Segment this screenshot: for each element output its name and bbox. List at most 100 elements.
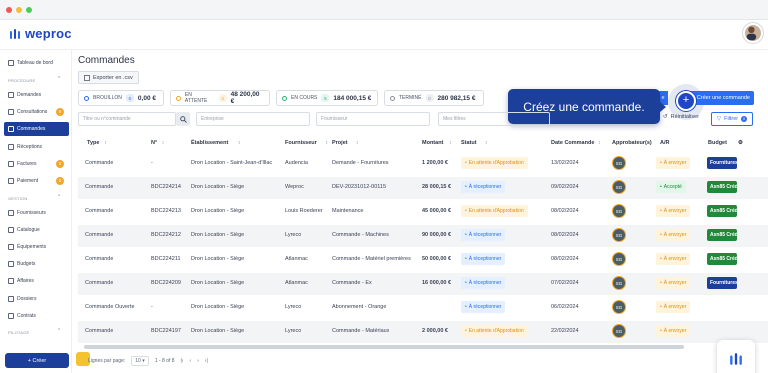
column-header-4[interactable]: Projet <box>332 140 348 146</box>
table-row[interactable]: Commande BDC224213 Dron Location - Siège Lo… <box>78 201 768 223</box>
first-page-icon[interactable]: |‹ <box>180 358 183 364</box>
sort-icon[interactable]: ↕ <box>162 140 165 146</box>
approver-avatar[interactable]: SG <box>612 252 626 266</box>
stat-termin[interactable]: TERMINÉ 0 280 982,15 € <box>384 90 484 106</box>
sidebar-item-contrats[interactable]: Contrats <box>4 309 69 323</box>
column-header-7[interactable]: Date Commande <box>551 140 594 146</box>
briefcase-icon <box>8 278 14 284</box>
table-row[interactable]: Commande BDC224209 Dron Location - Siège At… <box>78 273 768 295</box>
column-header-2[interactable]: Établissement <box>191 140 228 146</box>
ar-label: À envoyer <box>663 208 687 214</box>
cell-type: Commande <box>85 208 114 214</box>
sort-icon[interactable]: ↕ <box>485 140 488 146</box>
sidebar-badge: 2 <box>56 160 64 168</box>
column-header-9[interactable]: A/R <box>660 140 669 146</box>
fournisseur-filter[interactable]: Fournisseur <box>316 112 430 126</box>
top-header: weproc <box>0 20 768 50</box>
table-row[interactable]: Commande BDC224197 Dron Location - Siège Ly… <box>78 321 768 343</box>
column-header-8[interactable]: Approbateur(s) <box>612 140 652 146</box>
sort-icon[interactable]: ↕ <box>356 140 359 146</box>
search-input[interactable]: Titre ou n°commande <box>78 112 176 126</box>
status-badge: • À réceptionner <box>461 229 506 241</box>
sort-icon[interactable]: ↕ <box>325 140 328 146</box>
approver-avatar[interactable]: SG <box>612 156 626 170</box>
approver-avatar[interactable]: SG <box>612 180 626 194</box>
stat-amount: 280 982,15 € <box>437 94 476 102</box>
table-row[interactable]: Commande BDC224212 Dron Location - Siège Ly… <box>78 225 768 247</box>
rows-per-page-select[interactable]: 10 ▾ <box>131 356 149 366</box>
app-logo[interactable]: weproc <box>9 26 72 41</box>
export-csv-button[interactable]: Exporter en .csv <box>78 71 139 84</box>
sidebar-item-tableaudebord[interactable]: Tableau de bord <box>4 56 69 70</box>
cell-montant: 1 200,00 € <box>422 160 448 166</box>
status-dot-icon: • <box>660 280 662 286</box>
table-row[interactable]: Commande Ouverte - Dron Location - Siège Ly… <box>78 297 768 319</box>
sidebar-item-label: Dossiers <box>17 296 37 302</box>
approver-avatar[interactable]: SG <box>612 276 626 290</box>
filter-button[interactable]: ▽ Filtrer 0 <box>711 112 753 126</box>
stat-brouillon[interactable]: BROUILLON 0 0,00 € <box>78 90 164 106</box>
approver-avatar[interactable]: SG <box>612 300 626 314</box>
chevron-up-icon[interactable]: ⌃ <box>57 328 61 334</box>
column-header-3[interactable]: Fournisseur <box>285 140 317 146</box>
sort-icon[interactable]: ↕ <box>449 140 452 146</box>
table-row[interactable]: Commande - Dron Location - Saint-Jean-d'Il… <box>78 153 768 175</box>
wallet-icon <box>8 261 14 267</box>
minimize-window-icon[interactable] <box>16 7 22 13</box>
stat-enattente[interactable]: EN ATTENTE 3 48 200,00 € <box>170 90 270 106</box>
cart-icon <box>8 126 14 132</box>
column-header-10[interactable]: Budget <box>708 140 727 146</box>
cell-number: BDC224212 <box>151 232 181 238</box>
ar-badge: • À envoyer <box>656 325 691 337</box>
sort-icon[interactable]: ↕ <box>598 140 601 146</box>
table-row[interactable]: Commande BDC224211 Dron Location - Siège At… <box>78 249 768 271</box>
column-header-1[interactable]: N° <box>151 140 157 146</box>
approver-avatar[interactable]: SG <box>612 228 626 242</box>
approver-avatar[interactable]: SG <box>612 324 626 338</box>
next-page-icon[interactable]: › <box>197 358 199 364</box>
user-avatar[interactable] <box>743 23 763 43</box>
chevron-up-icon[interactable]: ⌃ <box>57 76 61 82</box>
column-header-6[interactable]: Statut <box>461 140 477 146</box>
chevron-up-icon[interactable]: ⌃ <box>57 194 61 200</box>
sidebar-item-affaires[interactable]: Affaires <box>4 274 69 288</box>
search-button[interactable] <box>176 112 190 126</box>
chat-widget-button[interactable] <box>717 340 755 373</box>
reset-icon: ↺ <box>663 114 668 120</box>
cell-number: BDC224197 <box>151 328 181 334</box>
column-header-5[interactable]: Montant <box>422 140 443 146</box>
sidebar-item-fournisseurs[interactable]: Fournisseurs <box>4 206 69 220</box>
stat-label: EN COURS <box>291 95 318 101</box>
status-label: En attente d'Approbation <box>468 208 524 214</box>
gear-icon[interactable]: ⚙ <box>738 140 743 146</box>
column-header-0[interactable]: Type <box>87 140 99 146</box>
maximize-window-icon[interactable] <box>26 7 32 13</box>
sort-icon[interactable]: ↕ <box>238 140 241 146</box>
table-row[interactable]: Commande BDC224214 Dron Location - Siège We… <box>78 177 768 199</box>
sidebar-item-demandes[interactable]: Demandes <box>4 88 69 102</box>
sort-icon[interactable]: ↕ <box>104 140 107 146</box>
last-page-icon[interactable]: ›| <box>205 358 208 364</box>
create-button[interactable]: + Créer <box>5 353 69 368</box>
approver-avatar[interactable]: SG <box>612 204 626 218</box>
sidebar-item-commandes[interactable]: Commandes <box>4 122 69 136</box>
mes-filtres-select[interactable]: Mes filtres ⌄ <box>438 112 550 126</box>
sidebar-item-dossiers[interactable]: Dossiers <box>4 292 69 306</box>
rows-per-page-value: 10 <box>135 358 141 364</box>
reset-button[interactable]: ↺ Réinitialiser <box>663 114 699 120</box>
entreprise-filter[interactable]: Entreprise <box>196 112 310 126</box>
add-command-plus-button[interactable]: + <box>676 91 696 111</box>
cell-number: - <box>151 304 153 310</box>
cell-projet: Commande - Ex <box>332 280 372 286</box>
stat-encours[interactable]: EN COURS 5 184 000,15 € <box>276 90 378 106</box>
sidebar-item-budgets[interactable]: Budgets <box>4 257 69 271</box>
sidebar-item-rceptions[interactable]: Réceptions <box>4 140 69 154</box>
cell-number: BDC224213 <box>151 208 181 214</box>
cell-date: 09/02/2024 <box>551 184 579 190</box>
sidebar-item-quipements[interactable]: Équipements <box>4 240 69 254</box>
sidebar-item-catalogue[interactable]: Catalogue <box>4 223 69 237</box>
prev-page-icon[interactable]: ‹ <box>189 358 191 364</box>
chevron-down-icon: ⌄ <box>540 116 545 122</box>
close-window-icon[interactable] <box>6 7 12 13</box>
horizontal-scrollbar[interactable] <box>84 345 684 349</box>
